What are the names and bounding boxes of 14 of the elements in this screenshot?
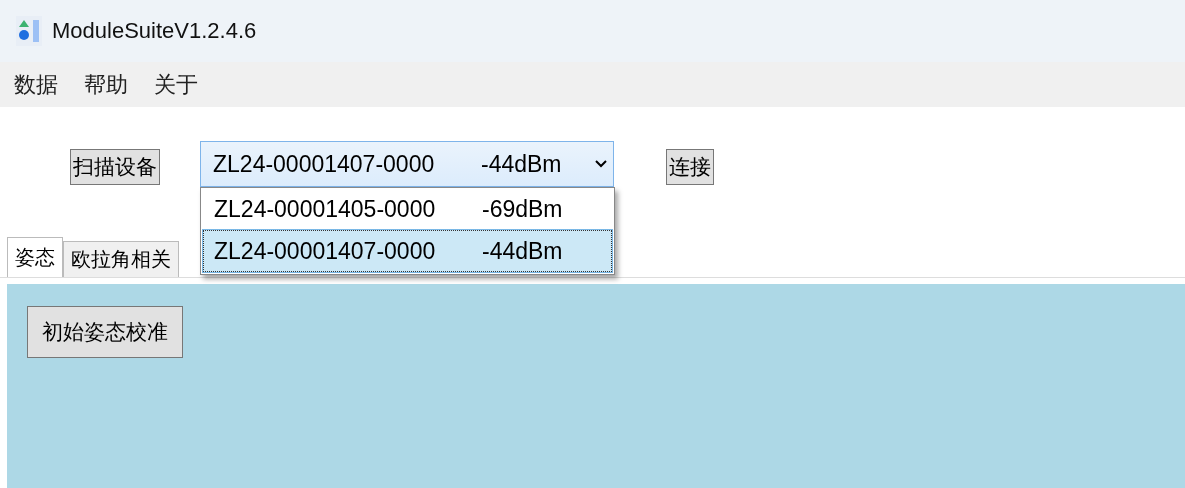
dropdown-option[interactable]: ZL24-00001405-0000 -69dBm bbox=[203, 188, 612, 230]
app-logo-icon bbox=[16, 16, 42, 46]
tab[interactable]: 欧拉角相关 bbox=[63, 241, 179, 277]
tab[interactable]: 姿态 bbox=[7, 237, 63, 277]
menu-item[interactable]: 数据 bbox=[14, 69, 58, 100]
menu-item[interactable]: 帮助 bbox=[84, 69, 128, 100]
dropdown-option[interactable]: ZL24-00001407-0000 -44dBm bbox=[203, 230, 612, 272]
chevron-down-icon bbox=[595, 160, 607, 168]
connect-button[interactable]: 连接 bbox=[666, 149, 714, 185]
scan-devices-button[interactable]: 扫描设备 bbox=[70, 149, 160, 185]
device-dropdown[interactable]: ZL24-00001407-0000 -44dBm bbox=[200, 141, 614, 187]
menu-item[interactable]: 关于 bbox=[154, 69, 198, 100]
initial-calibration-button[interactable]: 初始姿态校准 bbox=[27, 306, 183, 358]
window-title: ModuleSuiteV1.2.4.6 bbox=[52, 18, 257, 44]
